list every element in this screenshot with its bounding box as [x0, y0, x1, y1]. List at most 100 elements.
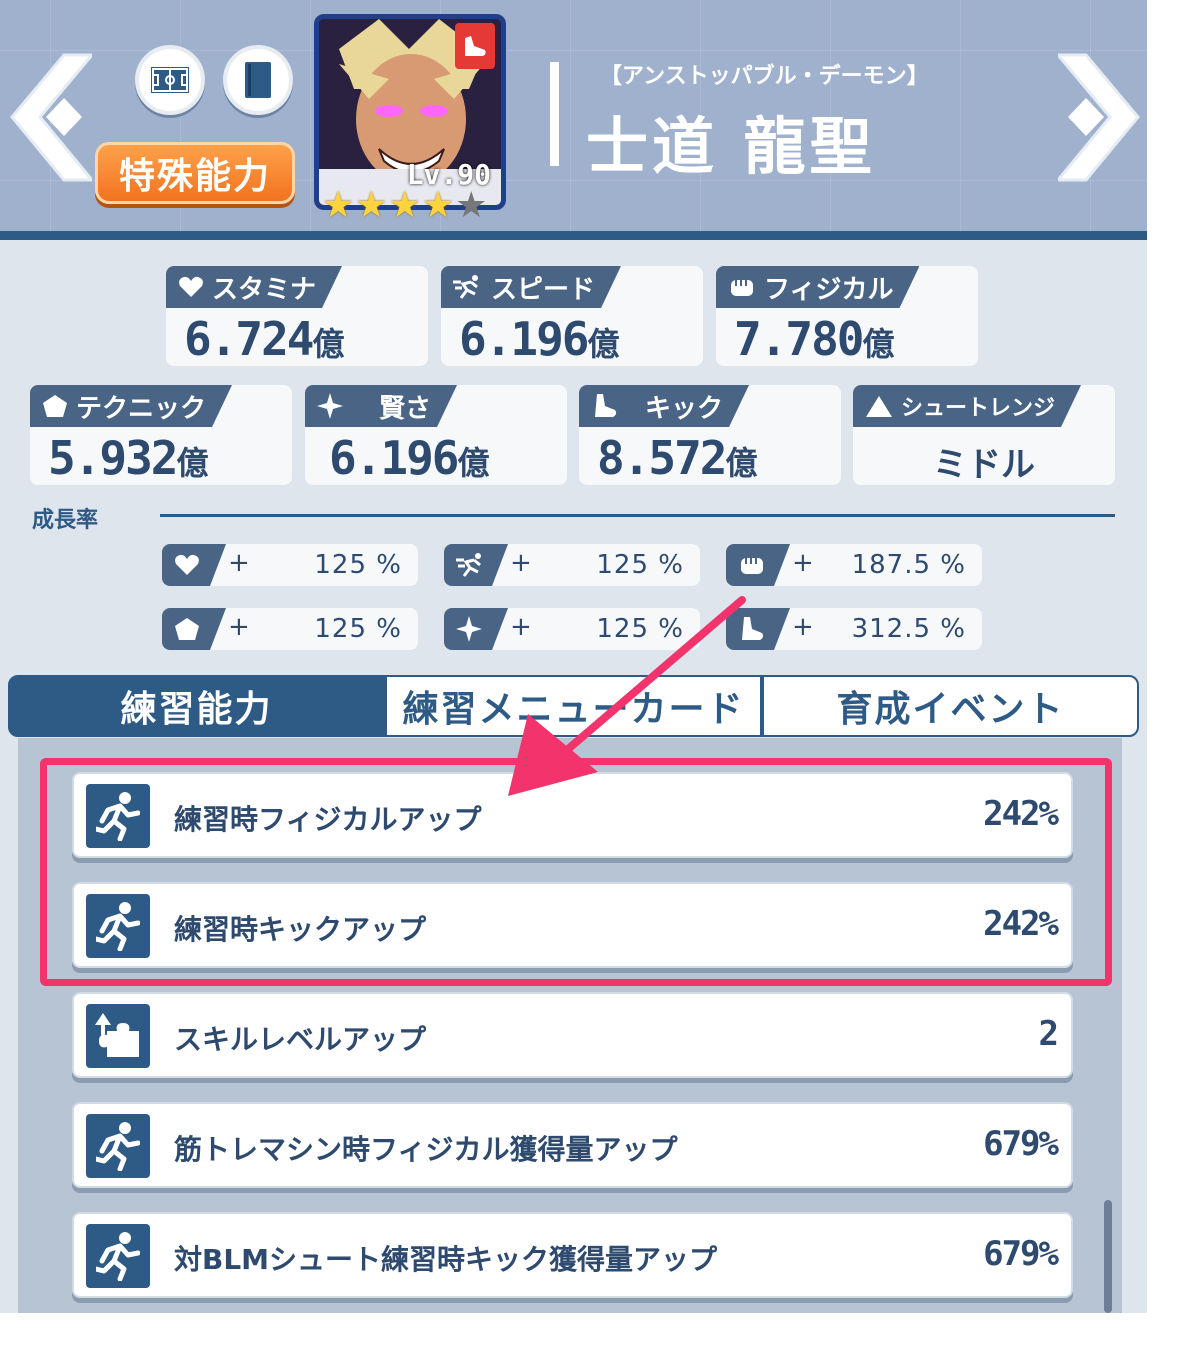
- growth-value: 312.5 %: [851, 614, 966, 644]
- stat-card-technique: テクニック 5.932億: [30, 385, 292, 485]
- profile-book-button[interactable]: [223, 45, 293, 115]
- fist-icon: [738, 552, 766, 578]
- stat-value: ミドル: [933, 445, 1035, 485]
- triangle-icon: [865, 394, 893, 418]
- ability-row: 対BLMシュート練習時キック獲得量アップ 679%: [72, 1212, 1073, 1298]
- stat-card-kick: キック 8.572億: [579, 385, 841, 485]
- special-ability-button[interactable]: 特殊能力: [95, 142, 295, 204]
- star-icon: ★: [421, 185, 455, 226]
- ability-label: 対BLMシュート練習時キック獲得量アップ: [174, 1243, 718, 1276]
- stat-value: 7.780億: [734, 312, 895, 366]
- heart-icon: [174, 553, 200, 577]
- next-character-button[interactable]: [1054, 50, 1147, 185]
- stat-tag: キック: [579, 385, 749, 427]
- stat-tag: スタミナ: [166, 266, 342, 308]
- character-name: 士道 龍聖: [586, 110, 876, 183]
- star-icon: ★: [388, 185, 421, 226]
- stat-value: 6.196億: [329, 431, 490, 485]
- stat-card-shoot-range: シュートレンジ ミドル: [853, 385, 1115, 485]
- growth-divider: [160, 514, 1115, 517]
- growth-plus: +: [510, 548, 532, 578]
- growth-item-kick: + 312.5 %: [726, 608, 982, 650]
- soccer-field-icon: [151, 67, 189, 93]
- growth-plus: +: [510, 612, 532, 642]
- growth-value: 125 %: [596, 614, 684, 644]
- ability-label: 筋トレマシン時フィジカル獲得量アップ: [174, 1133, 678, 1166]
- sprint-icon: [456, 552, 486, 578]
- ability-row: スキルレベルアップ 2: [72, 992, 1073, 1078]
- shoe-icon: [591, 392, 619, 420]
- fist-icon: [728, 274, 756, 300]
- stat-tag: フィジカル: [716, 266, 919, 308]
- growth-item-physical: + 187.5 %: [726, 544, 982, 586]
- ability-value: 2: [1038, 1014, 1060, 1054]
- pentagon-icon: [174, 617, 200, 641]
- stat-label: スタミナ: [212, 274, 317, 305]
- star-icon: ★: [322, 185, 355, 226]
- field-position-button[interactable]: [135, 45, 205, 115]
- ability-value: 679%: [983, 1234, 1059, 1274]
- kick-type-badge: [455, 23, 495, 69]
- ability-row: 筋トレマシン時フィジカル獲得量アップ 679%: [72, 1102, 1073, 1188]
- stat-value: 8.572億: [597, 431, 758, 485]
- name-divider: [550, 62, 559, 166]
- stat-tag: テクニック: [30, 385, 232, 427]
- stat-label: テクニック: [76, 393, 207, 424]
- star-empty-icon: ★: [455, 185, 488, 226]
- growth-value: 187.5 %: [851, 550, 966, 580]
- prev-character-button[interactable]: [2, 50, 96, 185]
- growth-plus: +: [228, 548, 250, 578]
- stat-card-physical: フィジカル 7.780億: [716, 266, 978, 366]
- stat-tag: スピード: [441, 266, 621, 308]
- rarity-stars: ★ ★ ★ ★ ★: [322, 186, 502, 226]
- growth-plus: +: [792, 612, 814, 642]
- stat-tag: シュートレンジ: [853, 385, 1081, 427]
- stat-label: シュートレンジ: [901, 396, 1056, 421]
- growth-plus: +: [792, 548, 814, 578]
- list-scrollbar[interactable]: [1104, 1200, 1112, 1313]
- stat-card-speed: スピード 6.196億: [441, 266, 703, 366]
- highlight-box: [40, 758, 1112, 986]
- stat-label: 賢さ: [379, 393, 432, 424]
- chevron-left-icon: [10, 53, 96, 182]
- growth-value: 125 %: [314, 614, 402, 644]
- puzzle-up-icon: [95, 1013, 139, 1057]
- character-portrait[interactable]: Lv.90: [314, 14, 506, 210]
- stat-value: 5.932億: [48, 431, 209, 485]
- pentagon-icon: [42, 394, 68, 418]
- character-epithet: 【アンストッパブル・デーモン】: [600, 64, 929, 89]
- special-ability-label: 特殊能力: [118, 156, 271, 197]
- growth-value: 125 %: [596, 550, 684, 580]
- app-window: 特殊能力 Lv.90 ★ ★ ★ ★ ★ 【アンストッパブル・デーモン】 士道 …: [0, 0, 1147, 1313]
- tab-bar: 練習能力 練習メニューカード 育成イベント: [8, 675, 1139, 737]
- chevron-right-icon: [1054, 53, 1140, 182]
- growth-item-stamina: + 125 %: [162, 544, 418, 586]
- stat-label: スピード: [491, 274, 596, 305]
- stat-label: キック: [645, 393, 724, 424]
- heart-icon: [178, 275, 204, 299]
- growth-rate-label: 成長率: [32, 508, 99, 533]
- ability-label: スキルレベルアップ: [174, 1023, 427, 1056]
- tab-training-event[interactable]: 育成イベント: [762, 675, 1139, 737]
- growth-value: 125 %: [314, 550, 402, 580]
- shoe-icon: [738, 615, 766, 643]
- growth-item-wisdom: + 125 %: [444, 608, 700, 650]
- runner-icon: [96, 1232, 140, 1281]
- sprint-icon: [453, 274, 483, 300]
- stat-tag: 賢さ: [305, 385, 457, 427]
- stat-value: 6.196億: [459, 312, 620, 366]
- tab-training-menu-card[interactable]: 練習メニューカード: [385, 675, 762, 737]
- growth-item-speed: + 125 %: [444, 544, 700, 586]
- book-icon: [245, 62, 271, 98]
- sparkle-icon: [317, 393, 343, 419]
- stat-value: 6.724億: [184, 312, 345, 366]
- sparkle-icon: [456, 616, 482, 642]
- growth-item-technique: + 125 %: [162, 608, 418, 650]
- growth-plus: +: [228, 612, 250, 642]
- star-icon: ★: [355, 185, 388, 226]
- runner-icon: [96, 1122, 140, 1171]
- stat-card-stamina: スタミナ 6.724億: [166, 266, 428, 366]
- ability-value: 679%: [983, 1124, 1059, 1164]
- shoe-icon: [465, 36, 486, 56]
- tab-training-ability[interactable]: 練習能力: [8, 675, 385, 737]
